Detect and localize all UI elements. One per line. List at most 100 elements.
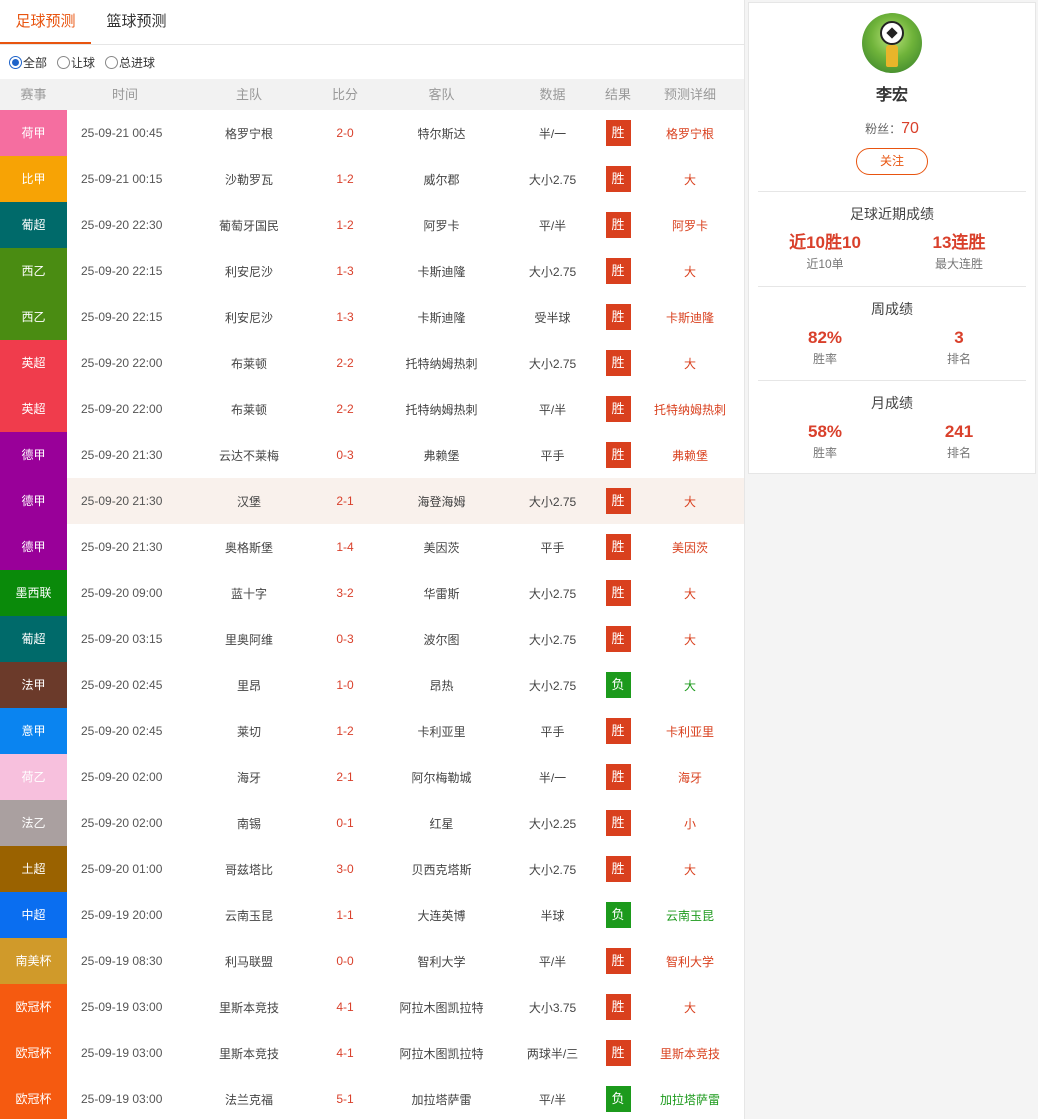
- filter-total-goals[interactable]: 总进球: [105, 54, 155, 71]
- table-row[interactable]: 德甲 25-09-20 21:30 奥格斯堡 1-4 美因茨 平手胜美因茨: [0, 524, 744, 570]
- prediction-detail[interactable]: 小: [639, 815, 741, 832]
- radio-handicap[interactable]: [57, 55, 71, 69]
- league-badge[interactable]: 墨西联: [0, 570, 67, 616]
- prediction-detail[interactable]: 美因茨: [639, 539, 741, 556]
- radio-total-goals[interactable]: [105, 55, 119, 69]
- league-badge[interactable]: 南美杯: [0, 938, 67, 984]
- filter-all[interactable]: 全部: [9, 54, 47, 71]
- league-badge[interactable]: 欧冠杯: [0, 984, 67, 1030]
- result-cell: 胜: [597, 396, 639, 422]
- result-badge: 胜: [605, 258, 631, 284]
- prediction-detail[interactable]: 云南玉昆: [639, 907, 741, 924]
- home-team: 云南玉昆: [224, 908, 273, 923]
- match-time: 25-09-20 21:30: [81, 494, 163, 508]
- odds-data: 半/一: [538, 126, 567, 141]
- table-row[interactable]: 土超 25-09-20 01:00 哥兹塔比 3-0 贝西克塔斯 大小2.75 胜大: [0, 846, 744, 892]
- tab-football[interactable]: 足球预测: [0, 0, 91, 44]
- table-row[interactable]: 意甲 25-09-20 02:45 莱切 1-2 卡利亚里 平手胜卡利亚里: [0, 708, 744, 754]
- table-row[interactable]: 中超 25-09-19 20:00 云南玉昆 1-1 大连英博 半球负云南玉昆: [0, 892, 744, 938]
- result-cell: 胜: [597, 534, 639, 560]
- table-row[interactable]: 法乙 25-09-20 02:00 南锡 0-1 红星 大小2.25 胜小: [0, 800, 744, 846]
- result-badge: 胜: [605, 488, 631, 514]
- table-row[interactable]: 西乙 25-09-20 22:15 利安尼沙 1-3 卡斯迪隆 大小2.75 胜大: [0, 248, 744, 294]
- league-badge[interactable]: 西乙: [0, 294, 67, 340]
- league-badge[interactable]: 葡超: [0, 616, 67, 662]
- table-row[interactable]: 英超 25-09-20 22:00 布莱顿 2-2 托特纳姆热刺 平/半胜托特纳姆热刺: [0, 386, 744, 432]
- table-row[interactable]: 英超 25-09-20 22:00 布莱顿 2-2 托特纳姆热刺 大小2.75 胜大: [0, 340, 744, 386]
- table-row[interactable]: 墨西联 25-09-20 09:00 蓝十字 3-2 华雷斯 大小2.75 胜大: [0, 570, 744, 616]
- league-badge[interactable]: 中超: [0, 892, 67, 938]
- league-badge[interactable]: 英超: [0, 340, 67, 386]
- prediction-detail[interactable]: 大: [639, 263, 741, 280]
- prediction-detail[interactable]: 智利大学: [639, 953, 741, 970]
- table-row[interactable]: 葡超 25-09-20 03:15 里奥阿维 0-3 波尔图 大小2.75 胜大: [0, 616, 744, 662]
- league-badge[interactable]: 法甲: [0, 662, 67, 708]
- header-time: 时间: [111, 87, 138, 102]
- table-row[interactable]: 德甲 25-09-20 21:30 汉堡 2-1 海登海姆 大小2.75 胜大: [0, 478, 744, 524]
- league-badge[interactable]: 德甲: [0, 524, 67, 570]
- table-row[interactable]: 欧冠杯 25-09-19 03:00 法兰克福 5-1 加拉塔萨雷 平/半负加拉塔萨雷: [0, 1076, 744, 1119]
- home-team: 里昂: [236, 678, 261, 693]
- table-row[interactable]: 比甲 25-09-21 00:15 沙勒罗瓦 1-2 威尔郡 大小2.75 胜大: [0, 156, 744, 202]
- prediction-detail[interactable]: 大: [639, 171, 741, 188]
- result-cell: 胜: [597, 488, 639, 514]
- league-badge[interactable]: 意甲: [0, 708, 67, 754]
- result-cell: 胜: [597, 856, 639, 882]
- odds-data: 大小2.75: [528, 356, 577, 371]
- prediction-detail[interactable]: 大: [639, 861, 741, 878]
- prediction-detail[interactable]: 里斯本竞技: [639, 1045, 741, 1062]
- result-badge: 胜: [605, 534, 631, 560]
- avatar[interactable]: [862, 13, 922, 73]
- prediction-detail[interactable]: 格罗宁根: [639, 125, 741, 142]
- prediction-detail[interactable]: 大: [639, 677, 741, 694]
- prediction-detail[interactable]: 大: [639, 585, 741, 602]
- home-team: 法兰克福: [224, 1092, 273, 1107]
- table-row[interactable]: 南美杯 25-09-19 08:30 利马联盟 0-0 智利大学 平/半胜智利大学: [0, 938, 744, 984]
- prediction-detail[interactable]: 卡利亚里: [639, 723, 741, 740]
- result-badge: 胜: [605, 212, 631, 238]
- league-badge[interactable]: 英超: [0, 386, 67, 432]
- table-row[interactable]: 法甲 25-09-20 02:45 里昂 1-0 昂热 大小2.75 负大: [0, 662, 744, 708]
- league-badge[interactable]: 葡超: [0, 202, 67, 248]
- prediction-detail[interactable]: 大: [639, 999, 741, 1016]
- prediction-detail[interactable]: 阿罗卡: [639, 217, 741, 234]
- table-row[interactable]: 葡超 25-09-20 22:30 葡萄牙国民 1-2 阿罗卡 平/半胜阿罗卡: [0, 202, 744, 248]
- prediction-detail[interactable]: 大: [639, 355, 741, 372]
- prediction-detail[interactable]: 大: [639, 631, 741, 648]
- league-badge[interactable]: 欧冠杯: [0, 1030, 67, 1076]
- prediction-detail[interactable]: 海牙: [639, 769, 741, 786]
- prediction-detail[interactable]: 卡斯迪隆: [639, 309, 741, 326]
- league-badge[interactable]: 欧冠杯: [0, 1076, 67, 1119]
- table-row[interactable]: 西乙 25-09-20 22:15 利安尼沙 1-3 卡斯迪隆 受半球胜卡斯迪隆: [0, 294, 744, 340]
- league-badge[interactable]: 德甲: [0, 478, 67, 524]
- result-cell: 负: [597, 1086, 639, 1112]
- follow-button[interactable]: 关注: [856, 148, 928, 175]
- league-badge[interactable]: 荷甲: [0, 110, 67, 156]
- league-badge[interactable]: 土超: [0, 846, 67, 892]
- table-row[interactable]: 荷乙 25-09-20 02:00 海牙 2-1 阿尔梅勒城 半/一胜海牙: [0, 754, 744, 800]
- monthly-winrate-value: 58%: [807, 422, 843, 441]
- league-badge[interactable]: 荷乙: [0, 754, 67, 800]
- radio-all[interactable]: [9, 55, 22, 69]
- prediction-detail[interactable]: 加拉塔萨雷: [639, 1091, 741, 1108]
- table-row[interactable]: 欧冠杯 25-09-19 03:00 里斯本竞技 4-1 阿拉木图凯拉特 两球半/三胜里斯…: [0, 1030, 744, 1076]
- league-badge[interactable]: 西乙: [0, 248, 67, 294]
- table-row[interactable]: 欧冠杯 25-09-19 03:00 里斯本竞技 4-1 阿拉木图凯拉特 大小3.75 胜大: [0, 984, 744, 1030]
- table-row[interactable]: 德甲 25-09-20 21:30 云达不莱梅 0-3 弗赖堡 平手胜弗赖堡: [0, 432, 744, 478]
- weekly-rank-label: 排名: [946, 352, 971, 366]
- league-badge[interactable]: 法乙: [0, 800, 67, 846]
- league-badge[interactable]: 比甲: [0, 156, 67, 202]
- result-badge: 胜: [605, 580, 631, 606]
- table-row[interactable]: 荷甲 25-09-21 00:45 格罗宁根 2-0 特尔斯达 半/一胜格罗宁根: [0, 110, 744, 156]
- prediction-detail[interactable]: 托特纳姆热刺: [639, 401, 741, 418]
- recent-record-title: 足球近期成绩: [850, 206, 934, 222]
- prediction-detail[interactable]: 弗赖堡: [639, 447, 741, 464]
- filter-handicap[interactable]: 让球: [57, 54, 95, 71]
- result-cell: 胜: [597, 994, 639, 1020]
- prediction-detail[interactable]: 大: [639, 493, 741, 510]
- result-cell: 负: [597, 672, 639, 698]
- match-score: 1-2: [336, 724, 354, 738]
- match-time: 25-09-20 21:30: [81, 448, 163, 462]
- league-badge[interactable]: 德甲: [0, 432, 67, 478]
- tab-basketball[interactable]: 篮球预测: [91, 0, 182, 44]
